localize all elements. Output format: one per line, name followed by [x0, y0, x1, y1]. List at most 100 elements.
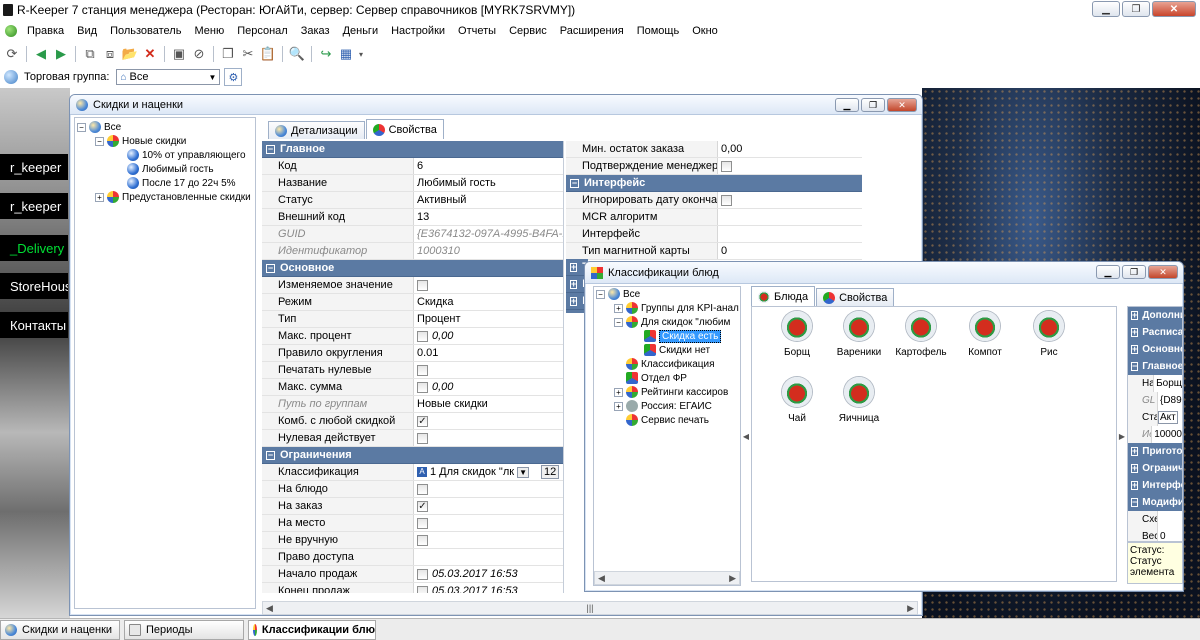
property-row[interactable]: Комб. с любой скидкой ✓: [262, 413, 563, 430]
checkbox[interactable]: [417, 330, 428, 342]
grid-view-icon[interactable]: ▦: [337, 45, 355, 63]
menu-settings[interactable]: Настройки: [391, 25, 445, 37]
property-value[interactable]: ✓: [414, 413, 563, 429]
back-icon[interactable]: ◀: [32, 45, 50, 63]
minimize-button[interactable]: ▁: [835, 98, 859, 112]
property-value[interactable]: Любимый гость: [414, 175, 563, 191]
tree-node-discount[interactable]: Любимый гость: [127, 162, 214, 176]
property-row[interactable]: Право доступа: [262, 549, 563, 566]
checkbox[interactable]: ✓: [417, 415, 428, 427]
collapse-icon[interactable]: −: [614, 317, 623, 327]
expand-icon[interactable]: +: [614, 303, 623, 313]
task-classifications[interactable]: Классификации блю: [248, 619, 376, 640]
property-value[interactable]: 0.01: [414, 345, 563, 361]
paste-icon[interactable]: 📋: [259, 45, 277, 63]
trade-group-filter-icon[interactable]: ⚙: [224, 68, 243, 86]
property-row[interactable]: Код 6: [262, 158, 563, 175]
tree-node-classification[interactable]: Сервис печать: [626, 413, 709, 427]
forward-icon[interactable]: ▶: [52, 45, 70, 63]
menu-window[interactable]: Окно: [692, 25, 718, 37]
minimize-button[interactable]: ▁: [1092, 1, 1120, 17]
dish-item[interactable]: Яичница: [824, 377, 894, 424]
collapse-icon[interactable]: −: [77, 122, 86, 132]
splitter-left[interactable]: ◀: [742, 286, 750, 586]
dish-item[interactable]: Компот: [950, 311, 1020, 358]
tree-node-new-discounts[interactable]: − Новые скидки: [95, 134, 186, 148]
collapse-icon[interactable]: −: [596, 289, 605, 299]
section-header[interactable]: +Ограничения: [1128, 460, 1182, 477]
collapse-icon[interactable]: −: [266, 263, 275, 273]
property-row[interactable]: Вес 0: [1128, 528, 1182, 541]
tree-node-all[interactable]: − Все: [77, 120, 121, 134]
property-row[interactable]: MCR алгоритм: [566, 209, 862, 226]
property-row[interactable]: Внешний код 13: [262, 209, 563, 226]
property-value[interactable]: {E3674132-097A-4995-B4FA-16C: [414, 226, 563, 242]
scroll-right-icon[interactable]: ▶: [729, 573, 736, 584]
menu-menu[interactable]: Меню: [194, 25, 224, 37]
property-value[interactable]: Новые скидки: [414, 396, 563, 412]
menu-order[interactable]: Заказ: [301, 25, 330, 37]
property-row[interactable]: Ста Акт: [1128, 409, 1182, 426]
checkbox[interactable]: [417, 517, 428, 529]
section-header[interactable]: − Главное: [1128, 358, 1182, 375]
dish-item[interactable]: Картофель: [886, 311, 956, 358]
cancel-icon[interactable]: ⊘: [190, 45, 208, 63]
scroll-right-icon[interactable]: ▶: [907, 603, 914, 614]
property-value[interactable]: [414, 532, 563, 548]
tree-node-classification[interactable]: Классификация: [626, 357, 715, 371]
property-row[interactable]: Идентификатор 1000310: [262, 243, 563, 260]
classification-count-button[interactable]: 12: [540, 465, 560, 479]
collapse-icon[interactable]: −: [266, 450, 275, 460]
property-value[interactable]: 6: [414, 158, 563, 174]
section-header[interactable]: +Дополнительно: [1128, 307, 1182, 324]
checkbox[interactable]: [721, 194, 732, 206]
property-row[interactable]: Начало продаж 05.03.2017 16:53: [262, 566, 563, 583]
minimize-button[interactable]: ▁: [1096, 265, 1120, 279]
checkbox[interactable]: [417, 483, 428, 495]
property-value[interactable]: [414, 515, 563, 531]
property-value[interactable]: [718, 158, 862, 174]
property-row[interactable]: На место: [262, 515, 563, 532]
tree-node-discount[interactable]: 10% от управляющего: [127, 148, 246, 162]
property-value[interactable]: Процент: [414, 311, 563, 327]
checkbox[interactable]: [417, 568, 428, 580]
horizontal-scrollbar[interactable]: ◀ ||| ▶: [262, 601, 918, 615]
tree-node-category-selected[interactable]: Скидка есть: [644, 329, 722, 343]
section-header[interactable]: − Основное: [262, 260, 563, 277]
collapse-icon[interactable]: −: [266, 144, 275, 154]
checkbox[interactable]: [417, 364, 428, 376]
section-header[interactable]: − Ограничения: [262, 447, 563, 464]
side-button-rkeeper-1[interactable]: r_keeper: [0, 154, 68, 180]
property-row[interactable]: Путь по группам Новые скидки: [262, 396, 563, 413]
tab-properties[interactable]: Свойства: [816, 288, 895, 306]
menu-reports[interactable]: Отчеты: [458, 25, 496, 37]
property-row[interactable]: На блюдо: [262, 481, 563, 498]
property-row[interactable]: GL {D89: [1128, 392, 1182, 409]
property-row[interactable]: Режим Скидка: [262, 294, 563, 311]
tree-node-classification[interactable]: − Для скидок "любим: [614, 315, 730, 329]
export-icon[interactable]: ↪: [317, 45, 335, 63]
property-value[interactable]: 0,00: [414, 379, 563, 395]
property-value[interactable]: [718, 209, 862, 225]
property-value[interactable]: 1000310: [414, 243, 563, 259]
dish-item[interactable]: Вареники: [824, 311, 894, 358]
property-row[interactable]: Нулевая действует: [262, 430, 563, 447]
property-row[interactable]: Тип Процент: [262, 311, 563, 328]
property-value[interactable]: ✓: [414, 498, 563, 514]
expand-icon[interactable]: +: [614, 401, 623, 411]
property-row[interactable]: Правило округления 0.01: [262, 345, 563, 362]
property-value[interactable]: Активный: [414, 192, 563, 208]
property-row[interactable]: Макс. сумма 0,00: [262, 379, 563, 396]
property-value[interactable]: 05.03.2017 16:53: [414, 583, 563, 593]
property-value[interactable]: 13: [414, 209, 563, 225]
property-row[interactable]: Изменяемое значение: [262, 277, 563, 294]
property-value[interactable]: 0: [718, 243, 862, 259]
checkbox[interactable]: ✓: [417, 500, 428, 512]
expand-icon[interactable]: +: [95, 192, 104, 202]
property-row[interactable]: На Борщ: [1128, 375, 1182, 392]
property-value[interactable]: [414, 277, 563, 293]
collapse-icon[interactable]: −: [570, 178, 579, 188]
refresh-icon[interactable]: ⟳: [3, 45, 21, 63]
chevron-down-icon[interactable]: ▼: [206, 71, 218, 83]
chevron-down-icon[interactable]: ▼: [517, 466, 529, 478]
